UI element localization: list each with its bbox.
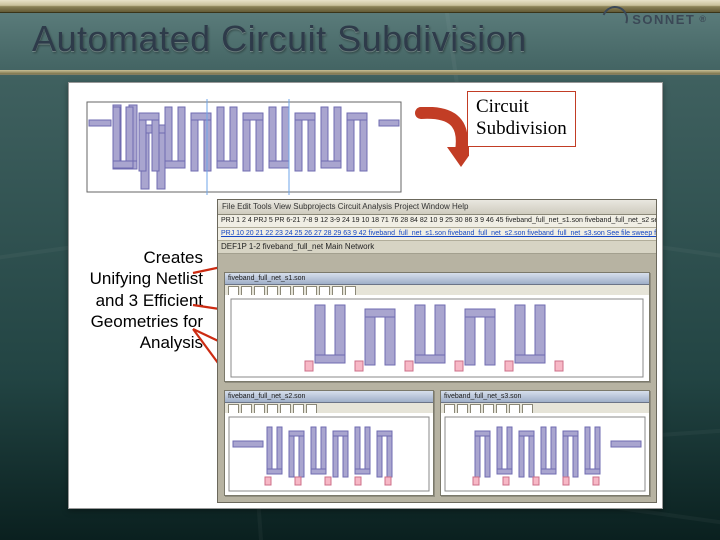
subwindow-2[interactable]: fiveband_full_net_s2.son [224,390,434,496]
app-container: File Edit Tools View Subprojects Circuit… [217,199,657,503]
subwindow-canvas [225,295,649,381]
page-title: Automated Circuit Subdivision [32,18,700,60]
callout-text: Circuit Subdivision [476,96,567,139]
subwindow-3[interactable]: fiveband_full_net_s3.son [440,390,650,496]
netlist-def-label: DEF1P 1-2 fiveband_full_net Main Network [218,241,656,254]
subwindow-title: fiveband_full_net_s2.son [225,391,433,403]
subwindow-canvas [441,413,649,495]
project-line-1: PRJ 1 2 4 PRJ 5 PR 6-21 7-8 9 12 3-9 24 … [218,215,656,228]
annotation-text: Creates Unifying Netlist and 3 Efficient… [83,247,203,353]
subwindow-title: fiveband_full_net_s3.son [441,391,649,403]
project-line-2: PRJ 10 20 21 22 23 24 25 26 27 28 29 63 … [218,228,656,241]
subwindow-canvas [225,413,433,495]
registered-icon: ® [699,15,706,24]
subwindow-1[interactable]: fiveband_full_net_s1.son [224,272,650,382]
subwindow-title: fiveband_full_net_s1.son [225,273,649,285]
hairpin-full-figure [79,87,409,207]
menubar[interactable]: File Edit Tools View Subprojects Circuit… [218,200,656,215]
arrow-to-callout [415,107,469,167]
callout-box: Circuit Subdivision [467,91,576,147]
title-underline [0,70,720,75]
slide: SONNET ® Automated Circuit Subdivision [0,0,720,540]
content-panel: Circuit Subdivision Creates Unifying Net… [68,82,663,509]
